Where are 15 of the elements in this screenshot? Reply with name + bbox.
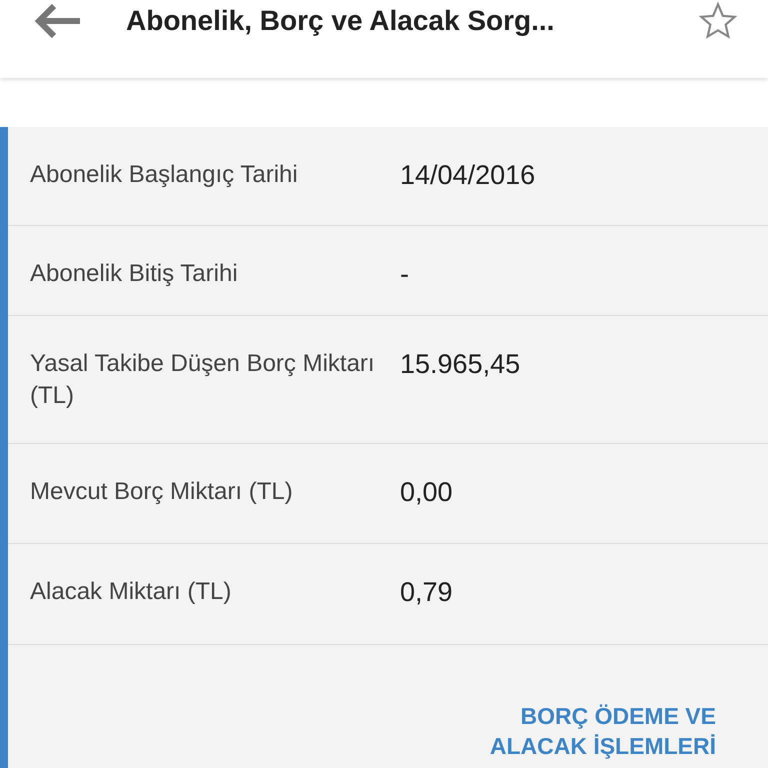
field-label: Alacak Miktarı (TL) <box>30 577 232 607</box>
field-value: 0,00 <box>400 476 454 509</box>
field-label: Mevcut Borç Miktarı (TL) <box>30 477 294 507</box>
field-label: Yasal Takibe Düşen Borç Miktarı (TL) <box>30 349 376 411</box>
field-value: 15.965,45 <box>400 348 522 381</box>
field-value: - <box>400 258 410 291</box>
back-arrow-icon <box>34 3 82 39</box>
debt-payment-link[interactable]: BORÇ ÖDEME VE ALACAK İŞLEMLERİ <box>456 701 716 761</box>
field-label: Abonelik Başlangıç Tarihi <box>30 160 299 190</box>
page-title: Abonelik, Borç ve Alacak Sorg... <box>126 5 556 37</box>
field-label: Abonelik Bitiş Tarihi <box>30 259 239 289</box>
field-value: 14/04/2016 <box>400 159 536 192</box>
field-value: 0,79 <box>400 576 454 609</box>
favorite-button[interactable] <box>698 1 738 41</box>
back-button[interactable] <box>34 3 82 39</box>
